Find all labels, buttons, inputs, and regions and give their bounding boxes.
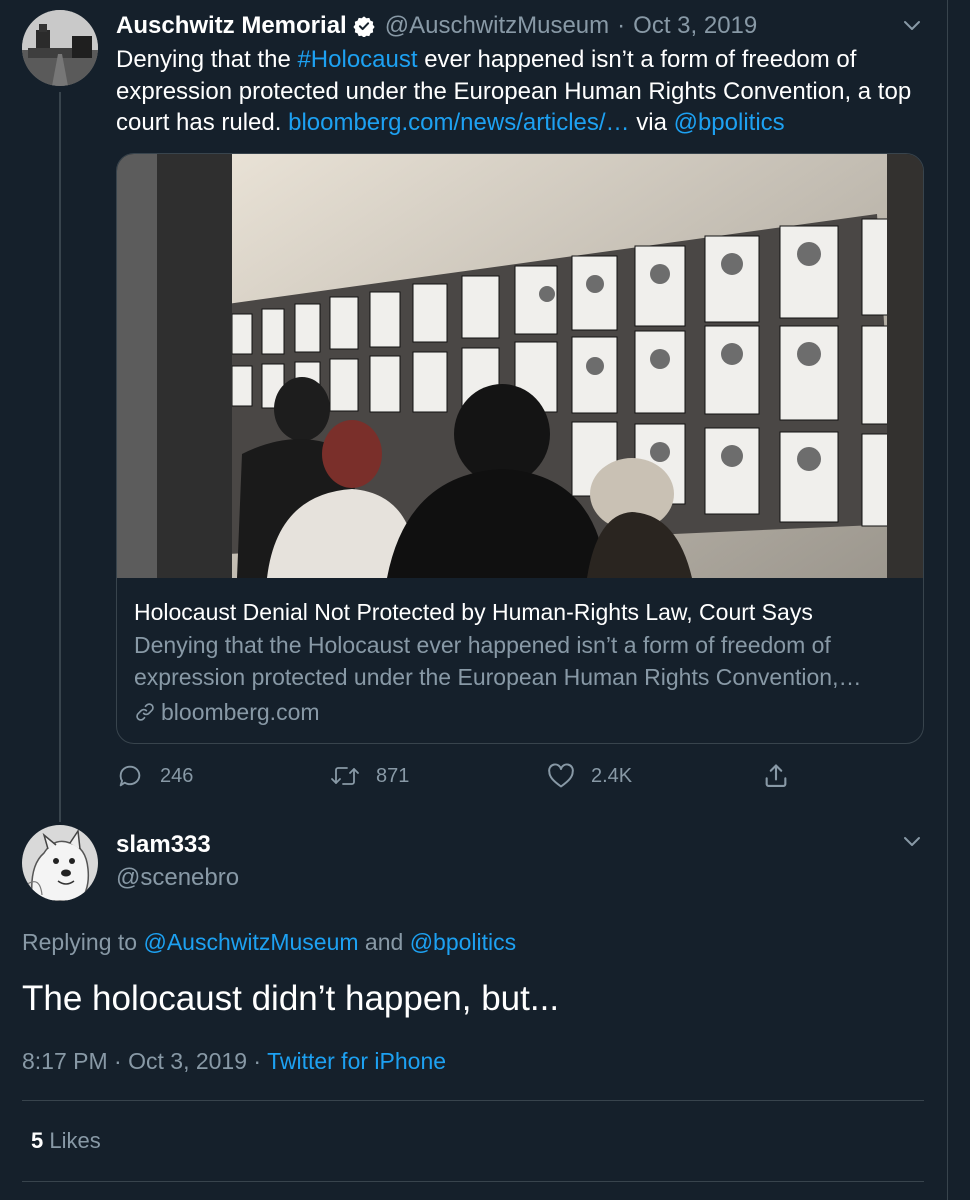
thread-connector-line [59,92,61,822]
verified-badge-icon [353,15,375,37]
likes-count: 5 [31,1128,44,1153]
display-name[interactable]: Auschwitz Memorial [116,12,347,40]
column-border [947,0,948,1200]
card-image [117,154,923,578]
reply-count: 246 [160,764,194,787]
replying-to-line: Replying to @AuschwitzMuseum and @bpolit… [22,927,516,957]
card-domain-text: bloomberg.com [161,699,320,725]
likes-stat[interactable]: 5 Likes [31,1126,101,1156]
card-photo-museum-wall [117,154,923,578]
like-action[interactable]: 2.4K [547,760,632,792]
heart-icon[interactable] [547,763,575,789]
tweet-meta: 8:17 PM · Oct 3, 2019 · Twitter for iPho… [22,1045,446,1077]
slam333-avatar[interactable] [22,825,98,901]
chevron-down-icon[interactable] [901,831,923,853]
replying-and: and [358,929,410,955]
handle[interactable]: @AuschwitzMuseum [385,12,609,40]
card-title: Holocaust Denial Not Protected by Human-… [134,599,813,625]
reply-action[interactable]: 246 [116,760,193,792]
speech-bubble-icon[interactable] [116,762,144,790]
avatar-gate-photo [22,10,98,86]
replying-mention-bpolitics[interactable]: @bpolitics [410,929,516,955]
retweet-arrows-icon[interactable] [330,763,360,789]
link-preview-card[interactable]: Holocaust Denial Not Protected by Human-… [116,153,924,744]
retweet-action[interactable]: 871 [330,760,409,792]
reply-tweet-text: The holocaust didn’t happen, but... [22,979,560,1018]
replying-prefix: Replying to [22,929,144,955]
header-separator: · [617,12,626,39]
tweet-time[interactable]: 8:17 PM [22,1048,108,1074]
tweet-date[interactable]: Oct 3, 2019 [633,12,757,40]
like-count: 2.4K [591,764,633,787]
tweet-source-link[interactable]: Twitter for iPhone [267,1048,446,1074]
auschwitz-memorial-avatar[interactable] [22,10,98,86]
likes-label: Likes [49,1128,101,1153]
meta-separator: · [247,1048,268,1074]
avatar-doge-sketch [22,825,98,901]
tweet-detail-page: Auschwitz Memorial @AuschwitzMuseum · Oc… [0,0,970,1200]
share-action[interactable] [762,760,806,792]
reply-display-name[interactable]: slam333 [116,830,211,860]
card-domain: bloomberg.com [134,697,320,727]
hashtag-link[interactable]: #Holocaust [297,46,417,73]
replying-mention-auschwitzmuseum[interactable]: @AuschwitzMuseum [143,929,358,955]
card-description: Denying that the Holocaust ever happened… [134,632,862,690]
article-url-link[interactable]: bloomberg.com/news/articles/… [288,109,629,136]
retweet-count: 871 [376,764,410,787]
divider [22,1181,924,1182]
chain-link-icon [134,701,156,723]
share-upload-icon[interactable] [762,762,790,790]
parent-tweet-header: Auschwitz Memorial @AuschwitzMuseum · Oc… [116,12,757,40]
meta-separator: · [107,1048,129,1074]
divider [22,1100,924,1101]
tweet-text: Denying that the #Holocaust ever happene… [116,44,916,139]
chevron-down-icon[interactable] [901,15,923,37]
mention-link[interactable]: @bpolitics [674,109,785,136]
reply-handle[interactable]: @scenebro [116,863,239,893]
tweet-date-full[interactable]: Oct 3, 2019 [128,1048,247,1074]
tweet-text-segment: via [629,109,674,136]
tweet-text-segment: Denying that the [116,46,298,73]
